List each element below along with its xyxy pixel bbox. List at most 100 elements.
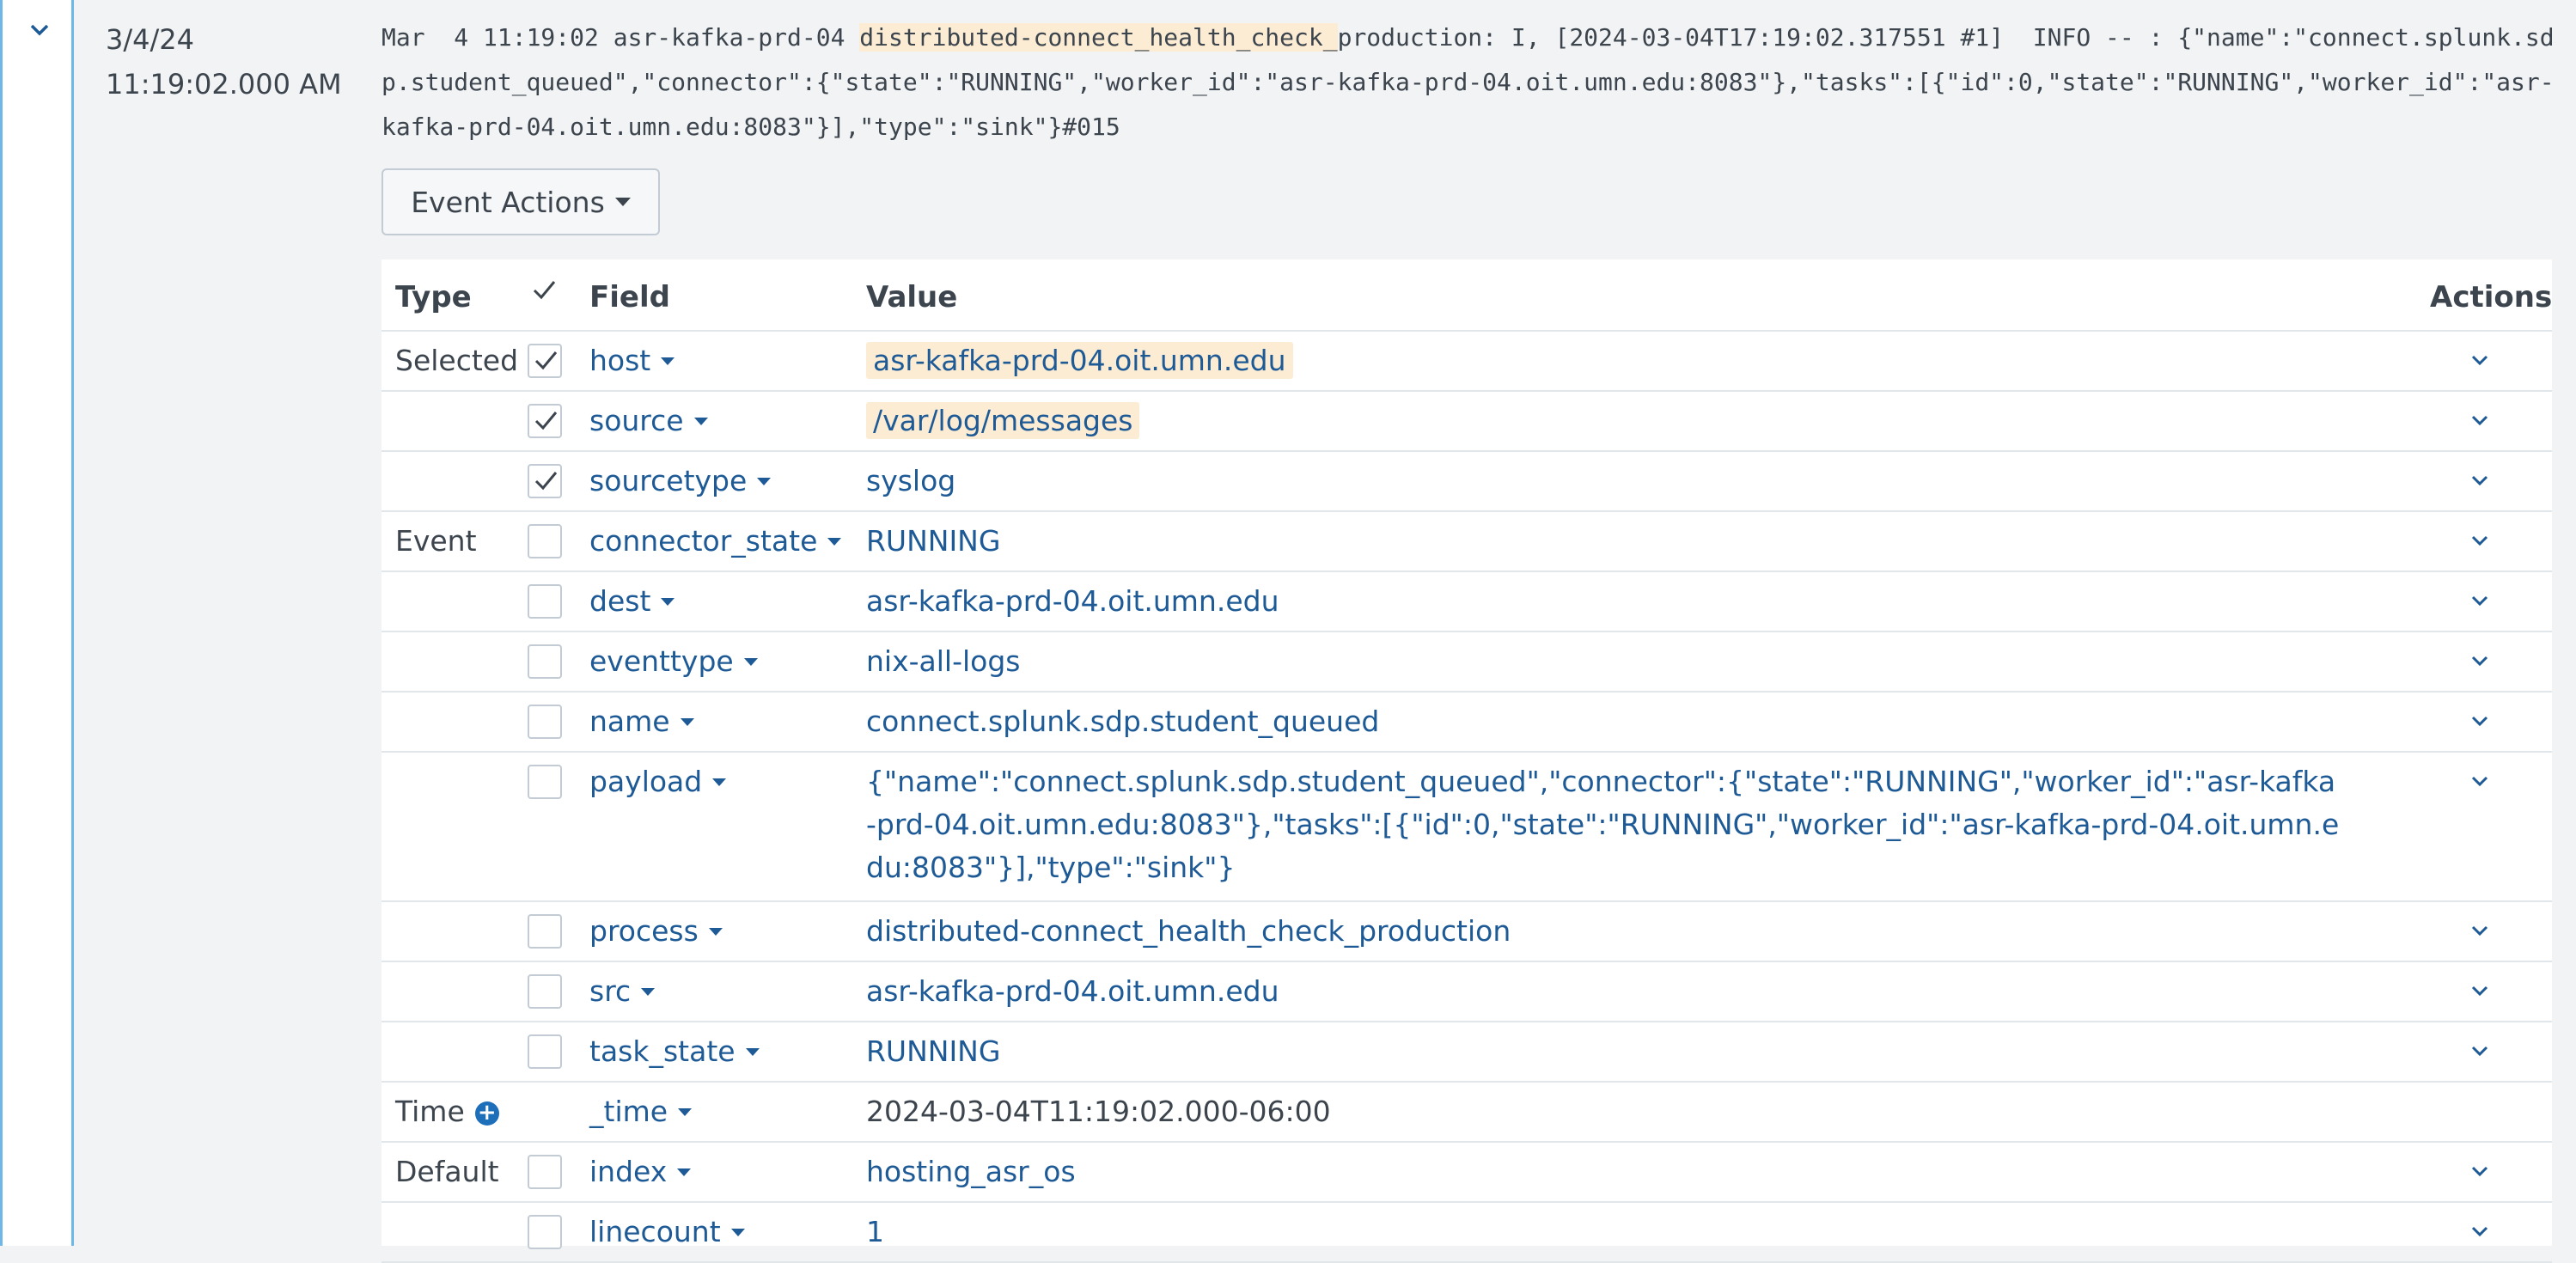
field-name-dest[interactable]: dest xyxy=(589,584,675,619)
row-actions-chevron-icon[interactable] xyxy=(2464,1217,2495,1248)
field-name-name[interactable]: name xyxy=(589,705,694,739)
row-actions-chevron-icon[interactable] xyxy=(2464,1156,2495,1187)
field-name-payload[interactable]: payload xyxy=(589,765,727,799)
row-actions-chevron-icon[interactable] xyxy=(2464,406,2495,436)
caret-down-icon xyxy=(708,927,723,936)
field-checkbox[interactable] xyxy=(528,1215,562,1249)
field-checkbox[interactable] xyxy=(528,404,562,438)
field-label: _time xyxy=(589,1095,668,1128)
field-label: src xyxy=(589,974,632,1008)
field-label: sourcetype xyxy=(589,464,748,497)
caret-down-icon xyxy=(661,597,675,606)
field-value[interactable]: /var/log/messages xyxy=(866,400,2344,442)
table-row: process distributed-connect_health_check_… xyxy=(382,902,2552,962)
field-name-src[interactable]: src xyxy=(589,974,656,1009)
row-actions-chevron-icon[interactable] xyxy=(2464,916,2495,947)
field-value[interactable]: 1 xyxy=(866,1211,2344,1254)
row-actions-chevron-icon[interactable] xyxy=(2464,345,2495,376)
field-value-text: connect.splunk.sdp.student_queued xyxy=(866,705,1380,738)
field-value[interactable]: syslog xyxy=(866,460,2344,503)
field-label: dest xyxy=(589,584,651,618)
field-checkbox[interactable] xyxy=(528,705,562,739)
field-checkbox[interactable] xyxy=(528,584,562,619)
field-value[interactable]: asr-kafka-prd-04.oit.umn.edu xyxy=(866,580,2344,623)
field-name-eventtype[interactable]: eventtype xyxy=(589,644,758,679)
field-label: eventtype xyxy=(589,644,734,678)
field-name-task-state[interactable]: task_state xyxy=(589,1034,760,1069)
collapse-chevron-icon[interactable] xyxy=(25,15,54,45)
caret-down-icon xyxy=(693,417,708,425)
field-checkbox[interactable] xyxy=(528,524,562,558)
field-checkbox[interactable] xyxy=(528,974,562,1009)
field-value[interactable]: RUNNING xyxy=(866,520,2344,563)
field-value-text: 2024-03-04T11:19:02.000-06:00 xyxy=(866,1095,1331,1128)
field-checkbox[interactable] xyxy=(528,1034,562,1069)
field-name-connector-state[interactable]: connector_state xyxy=(589,524,842,558)
row-actions-chevron-icon[interactable] xyxy=(2464,1036,2495,1067)
field-name-index[interactable]: index xyxy=(589,1155,692,1189)
field-value-text: syslog xyxy=(866,464,956,497)
table-row: name connect.splunk.sdp.student_queued xyxy=(382,693,2552,753)
select-all-checkbox[interactable] xyxy=(528,275,562,309)
row-type: Event xyxy=(395,524,477,558)
field-name-linecount[interactable]: linecount xyxy=(589,1215,745,1249)
table-row: Time + _time 2024-03-04T11:19:02.000-06:00 xyxy=(382,1083,2552,1143)
field-value[interactable]: RUNNING xyxy=(866,1030,2344,1073)
caret-down-icon xyxy=(678,1107,693,1116)
field-checkbox[interactable] xyxy=(528,344,562,378)
field-value[interactable]: hosting_asr_os xyxy=(866,1150,2344,1193)
row-actions-chevron-icon[interactable] xyxy=(2464,976,2495,1007)
caret-down-icon xyxy=(730,1228,745,1236)
field-label: payload xyxy=(589,765,703,798)
header-value: Value xyxy=(866,280,958,314)
field-checkbox[interactable] xyxy=(528,765,562,799)
field-value[interactable]: distributed-connect_health_check_product… xyxy=(866,910,2344,953)
event-actions-button[interactable]: Event Actions xyxy=(382,168,660,235)
field-name--time[interactable]: _time xyxy=(589,1095,693,1129)
field-name-host[interactable]: host xyxy=(589,344,675,378)
field-value-text: nix-all-logs xyxy=(866,644,1021,678)
field-checkbox[interactable] xyxy=(528,914,562,949)
field-checkbox[interactable] xyxy=(528,464,562,498)
header-type: Type xyxy=(395,280,472,314)
field-name-sourcetype[interactable]: sourcetype xyxy=(589,464,772,498)
row-actions-chevron-icon[interactable] xyxy=(2464,526,2495,557)
field-checkbox[interactable] xyxy=(528,1155,562,1189)
field-value-text: distributed-connect_health_check_product… xyxy=(866,914,1511,948)
raw-event-text: Mar 4 11:19:02 asr-kafka-prd-04 distribu… xyxy=(382,15,2564,149)
field-label: name xyxy=(589,705,670,738)
table-row: Default index hosting_asr_os xyxy=(382,1143,2552,1203)
row-actions-chevron-icon[interactable] xyxy=(2464,586,2495,617)
caret-down-icon xyxy=(680,717,694,726)
field-value[interactable]: {"name":"connect.splunk.sdp.student_queu… xyxy=(866,760,2344,889)
field-checkbox[interactable] xyxy=(528,644,562,679)
field-label: host xyxy=(589,344,651,377)
row-actions-chevron-icon[interactable] xyxy=(2464,646,2495,677)
caret-down-icon xyxy=(757,477,772,485)
event-date: 3/4/24 xyxy=(106,23,194,56)
field-value[interactable]: connect.splunk.sdp.student_queued xyxy=(866,700,2344,743)
field-label: process xyxy=(589,914,699,948)
caret-down-icon xyxy=(745,1047,760,1056)
field-label: connector_state xyxy=(589,524,818,558)
table-row: Event connector_state RUNNING xyxy=(382,512,2552,572)
field-value[interactable]: nix-all-logs xyxy=(866,640,2344,683)
field-value-text: RUNNING xyxy=(866,1034,1001,1068)
field-value[interactable]: asr-kafka-prd-04.oit.umn.edu xyxy=(866,970,2344,1013)
field-value-text: hosting_asr_os xyxy=(866,1155,1076,1188)
table-row: task_state RUNNING xyxy=(382,1022,2552,1083)
field-name-source[interactable]: source xyxy=(589,404,708,438)
field-name-process[interactable]: process xyxy=(589,914,723,949)
row-actions-chevron-icon[interactable] xyxy=(2464,706,2495,737)
row-actions-chevron-icon[interactable] xyxy=(2464,466,2495,497)
raw-highlight: distributed-connect_health_check_ xyxy=(859,23,1338,52)
caret-down-icon xyxy=(827,537,842,546)
field-value[interactable]: asr-kafka-prd-04.oit.umn.edu xyxy=(866,339,2344,382)
field-value-text: {"name":"connect.splunk.sdp.student_queu… xyxy=(866,765,2340,884)
header-actions: Actions xyxy=(2430,280,2553,314)
table-row: src asr-kafka-prd-04.oit.umn.edu xyxy=(382,962,2552,1022)
row-actions-chevron-icon[interactable] xyxy=(2464,766,2495,797)
table-row: source/var/log/messages xyxy=(382,392,2552,452)
caret-down-icon xyxy=(661,357,675,365)
plus-circle-icon[interactable]: + xyxy=(474,1101,499,1126)
